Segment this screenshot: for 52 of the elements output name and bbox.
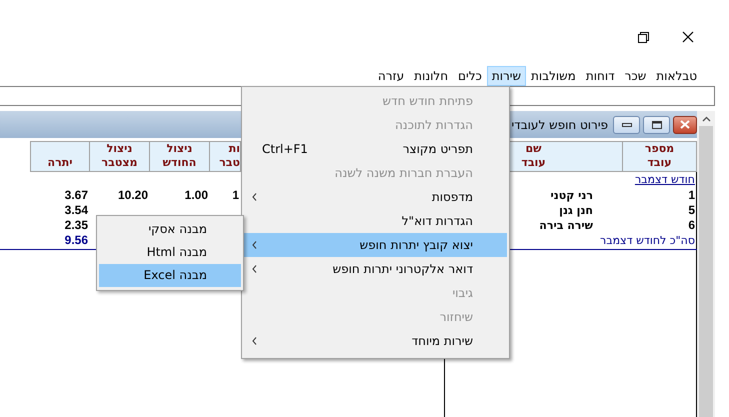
column-header: ניצול מצטבר	[90, 141, 150, 172]
close-icon	[680, 120, 690, 129]
table-cell-text: 5	[687, 203, 696, 218]
close-button[interactable]	[673, 116, 697, 134]
table-cell-text: 2.35	[64, 218, 89, 233]
table-cell: רני קטני	[550, 189, 593, 202]
menu-item[interactable]: מבנה Html	[99, 241, 241, 264]
menu-item[interactable]: טבלאות	[651, 66, 702, 86]
column-header: מספר עובד	[623, 141, 697, 172]
scroll-up-icon[interactable]	[702, 116, 710, 122]
table-cell-text: 3.67	[64, 188, 89, 203]
table-cell: חנן גנן	[559, 204, 593, 217]
chevron-left-icon	[252, 265, 257, 273]
window-title: פירוט חופש לעובדי	[511, 118, 608, 132]
restore-icon[interactable]	[638, 32, 649, 42]
close-icon[interactable]	[682, 31, 694, 43]
total-label: סה"כ לחודש דצמבר	[600, 234, 695, 247]
menu-item[interactable]: חלונות	[409, 66, 454, 86]
column-header: ניצול החודש	[150, 141, 210, 172]
table-cell-text: 6	[687, 218, 696, 233]
minimize-button[interactable]	[613, 116, 640, 134]
menu-item[interactable]: מדפסות	[244, 185, 507, 209]
chevron-left-icon	[252, 337, 257, 345]
scrollbar[interactable]	[697, 111, 715, 417]
menu-item[interactable]: הגדרות דוא"ל	[244, 209, 507, 233]
table-cell-text: 9.56	[64, 233, 89, 249]
scroll-thumb[interactable]	[699, 126, 713, 417]
table-cell: 10.20	[118, 188, 148, 202]
group-link[interactable]: חודש דצמבר	[634, 173, 695, 188]
menu-item[interactable]: עזרה	[372, 66, 410, 86]
menu-item[interactable]: שירות מיוחד	[244, 329, 507, 353]
table-cell: 1	[232, 188, 239, 202]
column-header: ות טבר	[210, 141, 241, 172]
chevron-left-icon	[252, 193, 257, 201]
table-cell-text: 1	[687, 188, 696, 203]
minimize-icon	[622, 122, 632, 126]
column-header: יתרה	[30, 141, 90, 172]
maximize-icon	[652, 120, 662, 128]
menu-item[interactable]: שכר	[620, 66, 652, 86]
menu-item[interactable]: שירות	[486, 66, 526, 86]
table-cell: שירה בירה	[539, 219, 593, 232]
table-cell: 1.00	[184, 188, 208, 202]
menu-item[interactable]: משולבות	[526, 66, 581, 86]
chevron-left-icon	[252, 241, 257, 249]
menu-item[interactable]: כלים	[453, 66, 487, 86]
menu-item[interactable]: דוחות	[580, 66, 620, 86]
table-cell-text: 3.54	[64, 203, 89, 218]
menu-item[interactable]: דואר אלקטרוני יתרות חופש	[244, 257, 507, 281]
menu-item[interactable]: מבנה Excel	[99, 264, 241, 287]
maximize-button[interactable]	[643, 116, 670, 134]
menu-item[interactable]: מבנה אסקי	[99, 218, 241, 241]
menu-item[interactable]: יצוא קובץ יתרות חופש	[244, 233, 507, 257]
